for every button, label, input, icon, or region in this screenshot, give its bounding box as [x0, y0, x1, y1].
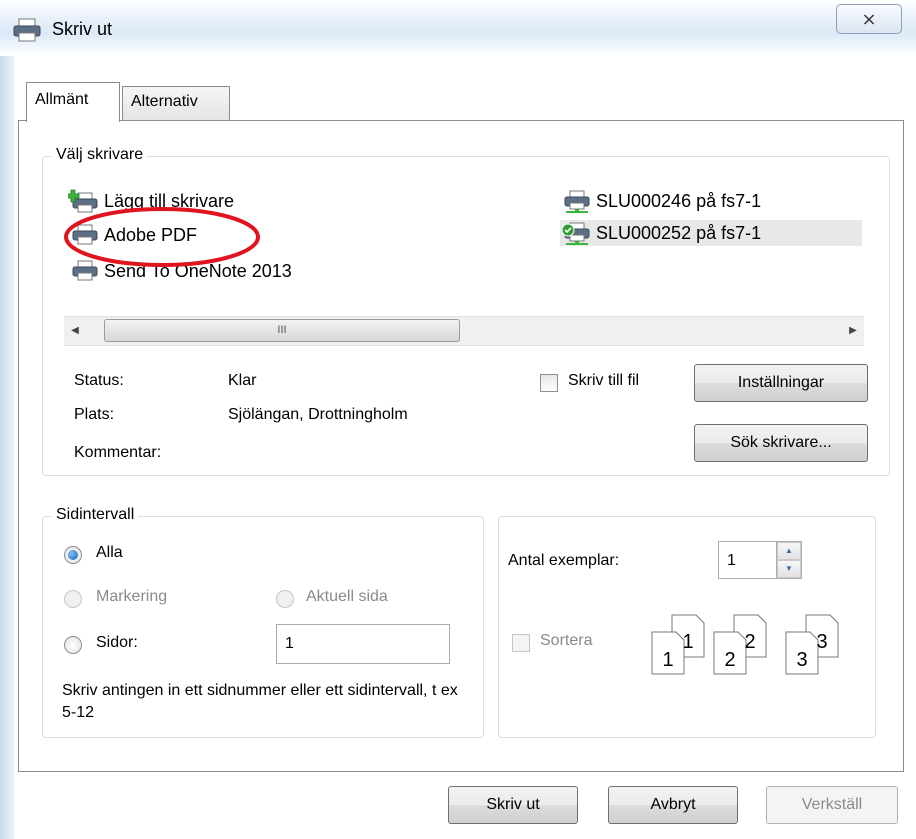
close-icon: ⨯: [861, 9, 877, 29]
tab-options[interactable]: Alternativ: [122, 86, 230, 122]
page-range-current-label: Aktuell sida: [306, 588, 388, 605]
printer-item-add[interactable]: Lägg till skrivare: [68, 188, 234, 214]
collate-page-number: 1: [662, 649, 673, 671]
collate-checkbox[interactable]: [512, 634, 530, 652]
printer-name: Adobe PDF: [104, 224, 198, 245]
collate-label: Sortera: [540, 632, 593, 649]
collate-page-number: 3: [816, 631, 827, 653]
collate-page-number: 3: [796, 649, 807, 671]
preferences-button[interactable]: Inställningar: [694, 364, 868, 402]
window-frame: [0, 56, 14, 839]
scroll-right-icon[interactable]: ▶: [842, 317, 864, 345]
printer-item-slu000252[interactable]: SLU000252 på fs7-1: [560, 220, 862, 246]
page-range-pages-radio[interactable]: [64, 636, 82, 654]
print-to-file-label: Skriv till fil: [568, 372, 640, 389]
print-to-file-checkbox[interactable]: [540, 374, 558, 392]
cancel-button[interactable]: Avbryt: [608, 786, 738, 824]
location-label: Plats:: [74, 406, 115, 423]
print-button[interactable]: Skriv ut: [448, 786, 578, 824]
printer-icon: [72, 260, 98, 281]
status-label: Status:: [74, 372, 124, 389]
page-range-selection-radio[interactable]: [64, 590, 82, 608]
status-value: Klar: [228, 372, 257, 389]
collate-page-number: 2: [724, 649, 735, 671]
apply-button[interactable]: Verkställ: [766, 786, 898, 824]
printer-name: SLU000246 på fs7-1: [596, 190, 762, 211]
page-range-legend: Sidintervall: [52, 506, 139, 524]
pages-input[interactable]: 1: [276, 624, 450, 664]
printer-icon: [13, 18, 41, 42]
scroll-grip-icon: III: [277, 324, 287, 336]
copies-label: Antal exemplar:: [508, 552, 620, 569]
printer-icon: [72, 224, 98, 245]
copies-spinner[interactable]: ▲ ▼: [776, 541, 802, 579]
comment-label: Kommentar:: [74, 444, 162, 461]
find-printer-button[interactable]: Sök skrivare...: [694, 424, 868, 462]
scroll-thumb[interactable]: III: [104, 319, 460, 342]
location-value: Sjölängan, Drottningholm: [228, 406, 408, 423]
tab-general-label: Allmänt: [35, 91, 89, 108]
page-range-all-label: Alla: [96, 544, 123, 561]
page-range-all-radio[interactable]: [64, 546, 82, 564]
printer-name: Lägg till skrivare: [104, 190, 235, 211]
page-range-hint: Skriv antingen in ett sidnummer eller et…: [62, 682, 458, 721]
printer-item-adobe-pdf[interactable]: Adobe PDF: [68, 222, 197, 248]
copies-input[interactable]: 1: [718, 541, 778, 579]
page-range-current-radio[interactable]: [276, 590, 294, 608]
printer-name: Send To OneNote 2013: [104, 260, 292, 281]
spin-up-icon[interactable]: ▲: [777, 542, 801, 560]
collate-page-number: 2: [744, 631, 755, 653]
close-button[interactable]: ⨯: [836, 4, 902, 34]
printer-item-onenote[interactable]: Send To OneNote 2013: [68, 258, 292, 284]
add-printer-icon: [68, 189, 98, 213]
tab-general[interactable]: Allmänt: [26, 82, 120, 122]
printer-item-slu000246[interactable]: SLU000246 på fs7-1: [560, 188, 761, 214]
page-range-pages-label: Sidor:: [96, 634, 138, 651]
tab-options-label: Alternativ: [131, 93, 198, 110]
network-printer-icon: [564, 190, 590, 213]
collate-page-icon: 3 3: [785, 614, 839, 675]
network-printer-default-icon: [561, 222, 590, 245]
printer-list-scrollbar[interactable]: ◀ III ▶: [64, 316, 864, 346]
scroll-left-icon[interactable]: ◀: [64, 317, 86, 345]
collate-page-icon: 2 2: [713, 614, 767, 675]
spin-down-icon[interactable]: ▼: [777, 560, 801, 578]
title-bar: Skriv ut ⨯: [0, 0, 916, 56]
printer-name: SLU000252 på fs7-1: [596, 222, 762, 243]
window-title: Skriv ut: [52, 19, 113, 39]
select-printer-legend: Välj skrivare: [52, 146, 148, 164]
page-range-selection-label: Markering: [96, 588, 168, 605]
collate-page-number: 1: [682, 631, 693, 653]
collate-page-icon: 1 1: [651, 614, 705, 675]
